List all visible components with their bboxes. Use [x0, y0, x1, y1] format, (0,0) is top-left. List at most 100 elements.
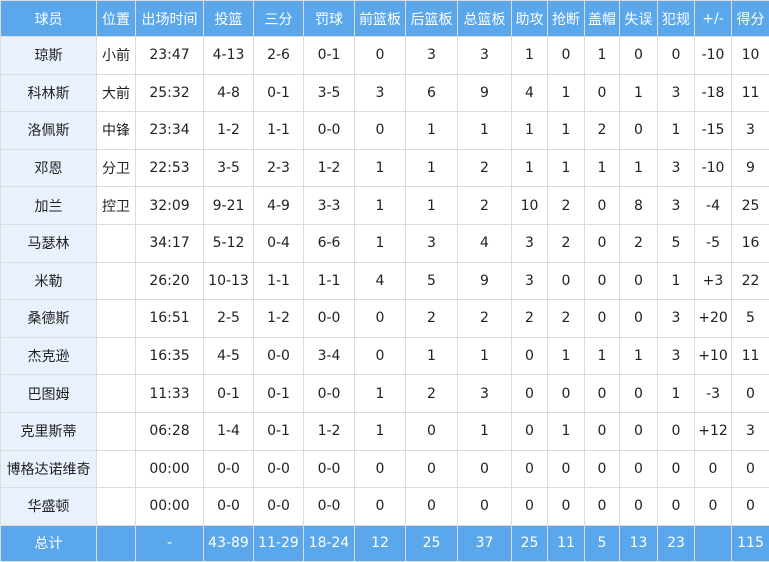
- cell-position: 控卫: [97, 187, 136, 225]
- cell-minutes: 23:34: [136, 112, 204, 150]
- cell-points: 25: [732, 187, 769, 225]
- cell-oreb: 1: [355, 187, 406, 225]
- cell-ast: 3: [512, 224, 548, 262]
- cell-reb: 0: [458, 450, 512, 488]
- col-header-stl: 抢断: [548, 1, 585, 37]
- cell-stl: 2: [548, 224, 585, 262]
- cell-minutes: 00:00: [136, 450, 204, 488]
- col-header-minutes: 出场时间: [136, 1, 204, 37]
- totals-pf: 23: [658, 525, 695, 561]
- cell-ast: 1: [512, 37, 548, 75]
- cell-minutes: 25:32: [136, 74, 204, 112]
- cell-3pt: 2-6: [254, 37, 304, 75]
- cell-dreb: 1: [406, 112, 458, 150]
- cell-position: [97, 262, 136, 300]
- cell-fg: 4-5: [204, 337, 254, 375]
- cell-ast: 0: [512, 375, 548, 413]
- col-header-blk: 盖帽: [585, 1, 620, 37]
- cell-minutes: 16:51: [136, 300, 204, 338]
- cell-blk: 0: [585, 187, 620, 225]
- cell-blk: 0: [585, 412, 620, 450]
- cell-stl: 0: [548, 375, 585, 413]
- cell-fg: 4-13: [204, 37, 254, 75]
- cell-player-name: 杰克逊: [1, 337, 97, 375]
- col-header-pf: 犯规: [658, 1, 695, 37]
- cell-ft: 1-1: [304, 262, 355, 300]
- cell-dreb: 6: [406, 74, 458, 112]
- cell-tov: 0: [620, 488, 658, 526]
- cell-player-name: 琼斯: [1, 37, 97, 75]
- table-row: 洛佩斯中锋23:341-21-10-001111201-153: [1, 112, 769, 150]
- cell-reb: 3: [458, 375, 512, 413]
- col-header-ast: 助攻: [512, 1, 548, 37]
- cell-stl: 1: [548, 149, 585, 187]
- cell-3pt: 0-1: [254, 375, 304, 413]
- cell-ft: 3-3: [304, 187, 355, 225]
- cell-ast: 0: [512, 412, 548, 450]
- cell-reb: 1: [458, 412, 512, 450]
- cell-player-name: 米勒: [1, 262, 97, 300]
- cell-oreb: 1: [355, 224, 406, 262]
- cell-plus-minus: 0: [695, 450, 732, 488]
- cell-ast: 1: [512, 112, 548, 150]
- cell-tov: 0: [620, 262, 658, 300]
- cell-dreb: 3: [406, 224, 458, 262]
- cell-minutes: 32:09: [136, 187, 204, 225]
- cell-dreb: 1: [406, 149, 458, 187]
- cell-player-name: 桑德斯: [1, 300, 97, 338]
- cell-stl: 0: [548, 488, 585, 526]
- cell-player-name: 博格达诺维奇: [1, 450, 97, 488]
- cell-plus-minus: -5: [695, 224, 732, 262]
- cell-position: 中锋: [97, 112, 136, 150]
- cell-pf: 1: [658, 375, 695, 413]
- cell-stl: 2: [548, 300, 585, 338]
- cell-reb: 9: [458, 262, 512, 300]
- table-row: 马瑟林34:175-120-46-613432025-516: [1, 224, 769, 262]
- cell-stl: 1: [548, 112, 585, 150]
- cell-blk: 0: [585, 224, 620, 262]
- cell-blk: 0: [585, 262, 620, 300]
- cell-points: 22: [732, 262, 769, 300]
- table-row: 邓恩分卫22:533-52-31-211211113-109: [1, 149, 769, 187]
- cell-ast: 1: [512, 149, 548, 187]
- totals-3pt: 11-29: [254, 525, 304, 561]
- cell-stl: 0: [548, 37, 585, 75]
- cell-reb: 2: [458, 149, 512, 187]
- cell-tov: 8: [620, 187, 658, 225]
- cell-3pt: 2-3: [254, 149, 304, 187]
- table-row: 琼斯小前23:474-132-60-103310100-1010: [1, 37, 769, 75]
- cell-oreb: 1: [355, 149, 406, 187]
- cell-fg: 0-1: [204, 375, 254, 413]
- cell-3pt: 1-2: [254, 300, 304, 338]
- cell-fg: 2-5: [204, 300, 254, 338]
- cell-oreb: 3: [355, 74, 406, 112]
- cell-ft: 3-4: [304, 337, 355, 375]
- cell-minutes: 00:00: [136, 488, 204, 526]
- cell-plus-minus: +10: [695, 337, 732, 375]
- col-header-reb: 总篮板: [458, 1, 512, 37]
- cell-3pt: 0-0: [254, 488, 304, 526]
- cell-blk: 0: [585, 488, 620, 526]
- cell-tov: 0: [620, 412, 658, 450]
- cell-points: 0: [732, 450, 769, 488]
- cell-plus-minus: -18: [695, 74, 732, 112]
- totals-fg: 43-89: [204, 525, 254, 561]
- cell-pf: 0: [658, 488, 695, 526]
- cell-blk: 0: [585, 300, 620, 338]
- cell-dreb: 1: [406, 337, 458, 375]
- cell-oreb: 0: [355, 450, 406, 488]
- cell-reb: 1: [458, 337, 512, 375]
- cell-ft: 1-2: [304, 149, 355, 187]
- cell-ft: 0-0: [304, 450, 355, 488]
- cell-plus-minus: +12: [695, 412, 732, 450]
- cell-tov: 1: [620, 337, 658, 375]
- col-header-position: 位置: [97, 1, 136, 37]
- cell-dreb: 5: [406, 262, 458, 300]
- cell-points: 5: [732, 300, 769, 338]
- cell-ft: 3-5: [304, 74, 355, 112]
- cell-stl: 1: [548, 337, 585, 375]
- cell-plus-minus: +3: [695, 262, 732, 300]
- cell-3pt: 0-0: [254, 450, 304, 488]
- cell-minutes: 06:28: [136, 412, 204, 450]
- cell-pf: 3: [658, 74, 695, 112]
